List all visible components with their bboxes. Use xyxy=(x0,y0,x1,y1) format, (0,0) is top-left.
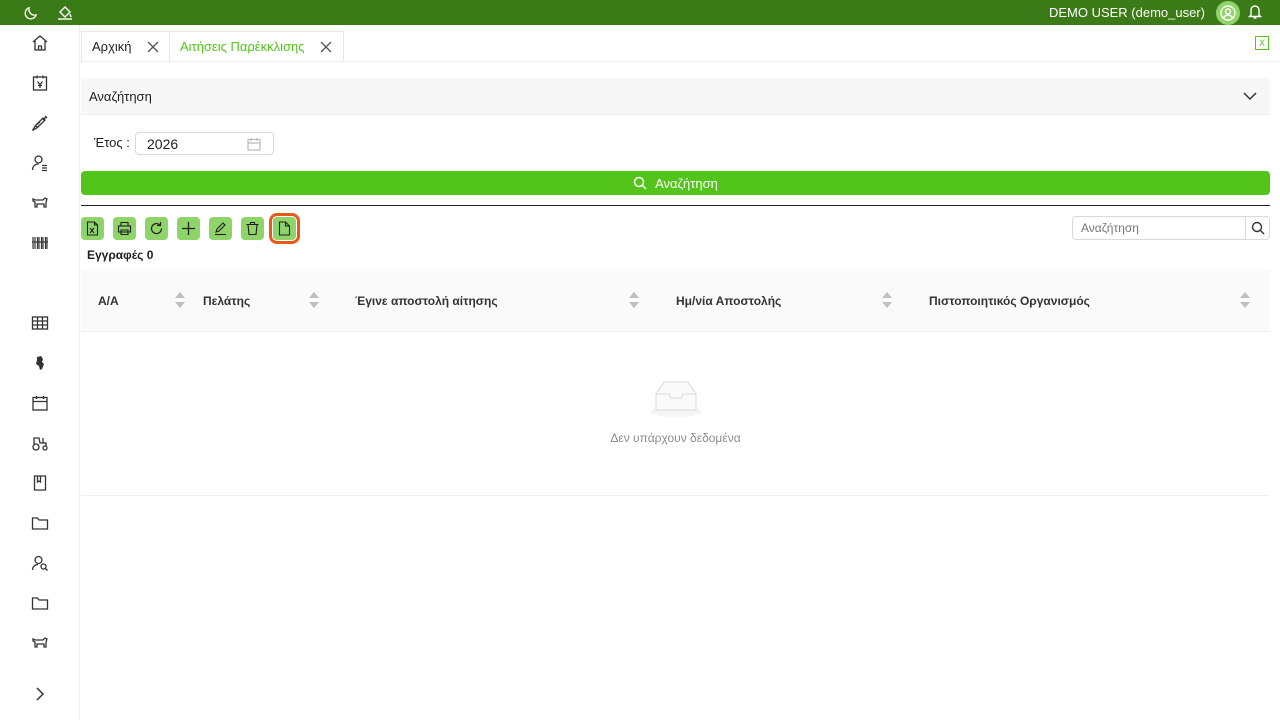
table-body: Δεν υπάρχουν δεδομένα xyxy=(81,332,1270,496)
records-count: Εγγραφές 0 xyxy=(87,248,154,262)
print-icon xyxy=(117,221,132,236)
sidebar-item-book[interactable] xyxy=(29,472,51,494)
sidebar-item-folder-2[interactable] xyxy=(29,592,51,614)
sort-icon[interactable] xyxy=(1240,290,1250,310)
africa-map-icon xyxy=(36,356,44,370)
empty-state-text: Δεν υπάρχουν δεδομένα xyxy=(610,431,741,445)
document-icon xyxy=(278,221,291,236)
tab-exemption-requests[interactable]: Αιτήσεις Παρέκκλισης xyxy=(169,31,344,61)
refresh-icon xyxy=(150,222,163,235)
sidebar-item-calendar[interactable] xyxy=(29,392,51,414)
divider xyxy=(81,205,1270,206)
year-label: Έτος : xyxy=(94,135,130,150)
close-icon[interactable] xyxy=(146,40,160,54)
cow-icon xyxy=(32,197,48,208)
cow-icon xyxy=(32,637,48,648)
table-icon xyxy=(31,316,49,330)
sort-icon[interactable] xyxy=(629,290,639,310)
search-button-label: Αναζήτηση xyxy=(655,175,718,191)
chevron-right-icon xyxy=(36,687,45,701)
tab-bar: Αρχική Αιτήσεις Παρέκκλισης X xyxy=(80,25,1280,62)
column-header-request-sent[interactable]: Έγινε αποστολή αίτησης xyxy=(355,270,659,332)
tab-label: Αιτήσεις Παρέκκλισης xyxy=(180,39,305,54)
table-header: Α/Α Πελάτης Έγινε αποστολή αίτησης Ημ/νί… xyxy=(81,270,1270,332)
tab-home[interactable]: Αρχική xyxy=(81,31,171,61)
search-panel-header[interactable]: Αναζήτηση xyxy=(81,78,1270,115)
empty-inbox-icon xyxy=(650,381,702,417)
excel-icon xyxy=(86,221,99,236)
print-button[interactable] xyxy=(113,217,136,240)
grid-search xyxy=(1072,216,1270,240)
home-icon xyxy=(32,35,48,51)
search-button[interactable]: Αναζήτηση xyxy=(81,171,1270,195)
column-label: Πελάτης xyxy=(203,294,251,308)
sidebar-item-machinery[interactable] xyxy=(29,432,51,454)
barcode-icon xyxy=(32,237,48,249)
column-header-client[interactable]: Πελάτης xyxy=(203,270,338,332)
sidebar-item-users[interactable] xyxy=(29,152,51,174)
sidebar-item-vaccination[interactable] xyxy=(29,112,51,134)
year-picker[interactable]: 2026 xyxy=(135,132,274,155)
sidebar-item-livestock-2[interactable] xyxy=(29,632,51,654)
sidebar-item-livestock[interactable] xyxy=(29,192,51,214)
search-icon xyxy=(633,176,647,190)
column-header-send-date[interactable]: Ημ/νία Αποστολής xyxy=(676,270,912,332)
sidebar-item-calendar-yen[interactable] xyxy=(29,72,51,94)
column-header-aa[interactable]: Α/Α xyxy=(98,270,186,332)
export-excel-button[interactable] xyxy=(81,217,104,240)
sidebar-item-folder[interactable] xyxy=(29,512,51,534)
calendar-icon xyxy=(32,396,48,411)
paint-bucket-icon[interactable] xyxy=(56,3,74,21)
document-button[interactable] xyxy=(269,213,300,244)
search-icon xyxy=(1251,221,1265,235)
syringe-icon xyxy=(31,115,48,132)
sidebar-expand-button[interactable] xyxy=(29,683,51,705)
grid-search-button[interactable] xyxy=(1245,217,1269,239)
add-icon xyxy=(182,222,195,235)
avatar-icon[interactable] xyxy=(1216,1,1240,25)
column-label: Έγινε αποστολή αίτησης xyxy=(355,294,498,308)
sort-icon[interactable] xyxy=(882,290,892,310)
edit-icon xyxy=(215,222,226,236)
user-name-label[interactable]: DEMO USER (demo_user) xyxy=(1049,5,1205,20)
column-label: Ημ/νία Αποστολής xyxy=(676,294,782,308)
calendar-icon[interactable] xyxy=(247,137,261,154)
grid-search-input[interactable] xyxy=(1073,217,1246,239)
column-header-certifying-body[interactable]: Πιστοποιητικός Οργανισμός xyxy=(929,270,1259,332)
sidebar-item-barcode[interactable] xyxy=(29,232,51,254)
user-list-icon xyxy=(31,155,47,172)
refresh-button[interactable] xyxy=(145,217,168,240)
tractor-icon xyxy=(32,437,48,451)
folder-icon xyxy=(31,517,49,530)
moon-icon[interactable] xyxy=(22,3,40,21)
delete-button[interactable] xyxy=(241,217,264,240)
sidebar-item-table[interactable] xyxy=(29,312,51,334)
bell-icon[interactable] xyxy=(1247,3,1263,25)
sidebar-item-home[interactable] xyxy=(29,32,51,54)
book-icon xyxy=(33,475,47,491)
add-button[interactable] xyxy=(177,217,200,240)
sidebar xyxy=(0,25,80,720)
sidebar-item-user-search[interactable] xyxy=(29,552,51,574)
column-label: Α/Α xyxy=(98,294,119,308)
folder-icon xyxy=(31,597,49,610)
search-panel-title: Αναζήτηση xyxy=(89,88,152,104)
user-search-icon xyxy=(31,555,48,571)
delete-icon xyxy=(246,221,259,236)
year-value: 2026 xyxy=(147,135,179,152)
sort-icon[interactable] xyxy=(175,290,185,310)
edit-button[interactable] xyxy=(209,217,232,240)
tab-label: Αρχική xyxy=(92,39,132,54)
calendar-yen-icon xyxy=(32,75,48,91)
column-label: Πιστοποιητικός Οργανισμός xyxy=(929,294,1090,308)
chevron-down-icon[interactable] xyxy=(1242,88,1258,107)
sidebar-item-region[interactable] xyxy=(29,352,51,374)
close-icon[interactable] xyxy=(319,40,333,54)
sort-icon[interactable] xyxy=(309,290,319,310)
excel-export-icon[interactable]: X xyxy=(1255,36,1269,50)
top-bar: DEMO USER (demo_user) xyxy=(0,0,1280,25)
